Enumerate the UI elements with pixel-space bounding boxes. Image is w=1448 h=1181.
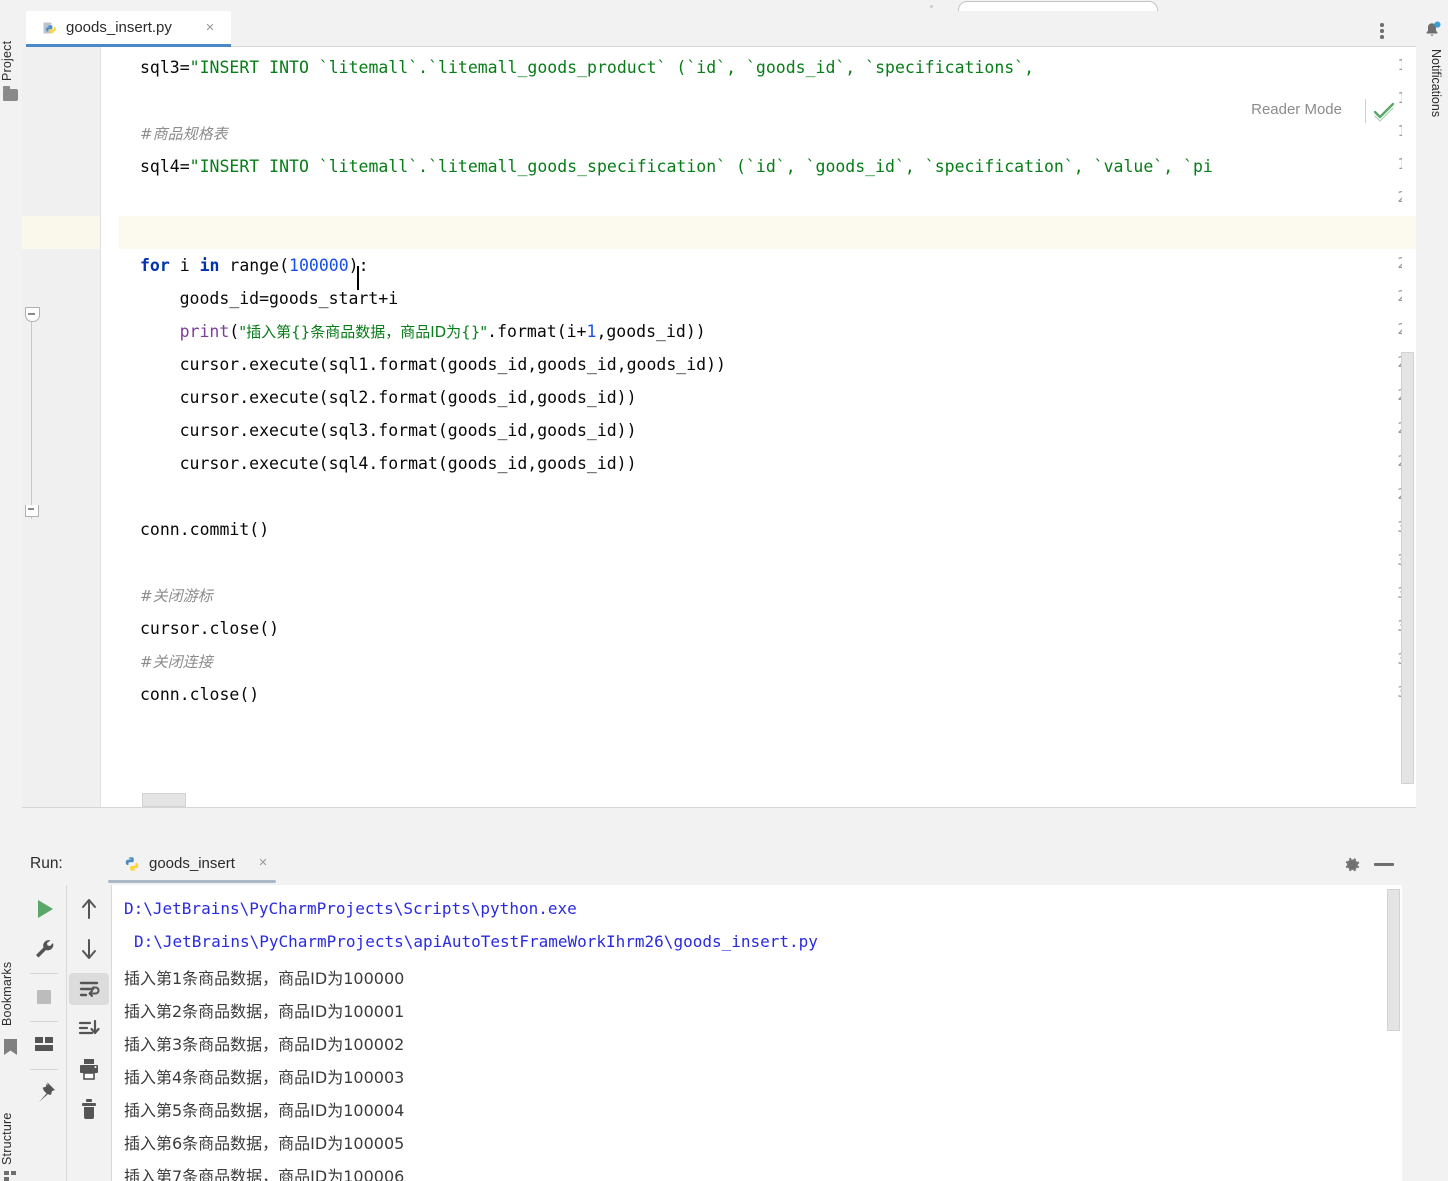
python-run-icon [123, 855, 141, 873]
code-line: conn.close() [140, 685, 260, 704]
bookmark-icon[interactable] [4, 1039, 17, 1055]
code-line: cursor.close() [140, 619, 280, 638]
console-output-line: 插入第6条商品数据，商品ID为100005 [124, 1134, 405, 1153]
code-line: cursor.execute(sql3.format(goods_id,good… [179, 421, 637, 440]
code-line: cursor.execute(sql2.format(goods_id,good… [179, 388, 637, 407]
scrollbar-thumb[interactable] [1401, 352, 1414, 784]
inspection-ok-icon[interactable] [1372, 99, 1396, 123]
divider [1365, 99, 1366, 123]
scrollbar-thumb[interactable] [142, 793, 186, 807]
run-tool-window-header: Run: goods_insert × [22, 845, 1416, 885]
scrollbar-thumb[interactable] [1387, 889, 1400, 1031]
tab-bar-empty-area [231, 11, 1416, 47]
code-line: cursor.execute(sql1.format(goods_id,good… [179, 355, 726, 374]
close-icon[interactable]: × [202, 20, 218, 36]
code-line: #关闭游标 [140, 587, 213, 605]
caret-line-gutter-highlight [22, 216, 100, 249]
up-the-stack-trace-button[interactable] [73, 893, 105, 925]
console-output-line: 插入第4条商品数据，商品ID为100003 [124, 1068, 405, 1087]
soft-wrap-button[interactable] [73, 973, 105, 1005]
stop-button[interactable] [28, 981, 60, 1013]
editor-gutter[interactable] [22, 47, 100, 807]
console-output-line: 插入第5条商品数据，商品ID为100004 [124, 1101, 405, 1120]
code-fold-guide-line [31, 319, 32, 519]
editor-tab-label: goods_insert.py [66, 19, 172, 36]
text-caret [357, 266, 359, 290]
console-output-line: 插入第2条商品数据，商品ID为100001 [124, 1002, 405, 1021]
more-options-icon[interactable] [1380, 23, 1384, 41]
code-line: #关闭连接 [140, 653, 213, 671]
editor-tab-bar: goods_insert.py × [22, 11, 1416, 47]
run-toolbar-right [67, 885, 112, 1181]
close-icon[interactable]: × [255, 855, 271, 871]
code-line: cursor.execute(sql4.format(goods_id,good… [179, 454, 637, 473]
code-editor[interactable]: 1617181920212223242526272829303132333435… [22, 47, 1416, 807]
run-tab-label: goods_insert [149, 855, 235, 872]
console-output-line: 插入第3条商品数据，商品ID为100002 [124, 1035, 405, 1054]
editor-run-splitter[interactable] [22, 807, 1416, 846]
fold-toggle-icon[interactable] [25, 307, 40, 322]
console-link-line[interactable]: D:\JetBrains\PyCharmProjects\apiAutoTest… [134, 932, 818, 951]
console-link-line[interactable]: D:\JetBrains\PyCharmProjects\Scripts\pyt… [124, 899, 577, 918]
sidebar-item-notifications[interactable]: Notifications [1421, 49, 1443, 199]
folder-icon[interactable] [3, 86, 18, 101]
python-file-icon [42, 20, 60, 38]
code-line: #商品规格表 [140, 125, 228, 143]
structure-icon[interactable] [4, 1171, 17, 1181]
sidebar-item-structure[interactable]: Structure [0, 1079, 22, 1165]
notifications-bell-icon[interactable] [1423, 21, 1441, 39]
code-line: sql4="INSERT INTO `litemall`.`litemall_g… [140, 157, 1213, 176]
run-tool-window: Run: goods_insert × D:\JetBrains\PyCharm… [22, 845, 1416, 1181]
print-button[interactable] [73, 1053, 105, 1085]
code-folding-column[interactable] [101, 47, 119, 807]
console-output-line: 插入第1条商品数据，商品ID为100000 [124, 969, 405, 988]
code-line: for i in range(100000): [140, 256, 369, 275]
run-title-label: Run: [30, 855, 63, 872]
console-vertical-scrollbar[interactable] [1387, 885, 1402, 1181]
sidebar-item-project[interactable]: Project [0, 21, 22, 81]
fold-end-marker[interactable] [25, 505, 39, 517]
down-the-stack-trace-button[interactable] [73, 933, 105, 965]
editor-vertical-scrollbar[interactable] [1401, 47, 1416, 807]
minimize-icon[interactable] [1374, 863, 1394, 866]
scroll-to-end-button[interactable] [73, 1013, 105, 1045]
clear-all-button[interactable] [73, 1093, 105, 1125]
run-console-output[interactable]: D:\JetBrains\PyCharmProjects\Scripts\pyt… [112, 885, 1402, 1181]
run-toolbar-left [22, 885, 67, 1181]
gear-icon[interactable] [1342, 855, 1362, 875]
editor-horizontal-scrollbar[interactable] [119, 791, 1402, 807]
toolbar-divider [30, 1021, 58, 1022]
toolbar-divider [30, 1069, 58, 1070]
code-line: sql3="INSERT INTO `litemall`.`litemall_g… [140, 58, 1035, 77]
layout-settings-button[interactable] [28, 1029, 60, 1061]
toolbar-dot [930, 5, 933, 8]
left-tool-window-strip: Project Bookmarks Structure [0, 11, 23, 1181]
code-line: conn.commit() [140, 520, 270, 539]
right-tool-window-strip: Notifications [1415, 11, 1448, 1181]
run-configuration-tab[interactable]: goods_insert × [97, 845, 282, 885]
code-line: print("插入第{}条商品数据，商品ID为{}".format(i+1,go… [179, 322, 706, 341]
caret-line-highlight [119, 216, 1416, 249]
code-line: goods_id=goods_start+i [179, 289, 399, 308]
edit-configurations-button[interactable] [28, 933, 60, 965]
pin-tab-button[interactable] [28, 1077, 60, 1109]
toolbar-divider [30, 973, 58, 974]
editor-tab-goods-insert[interactable]: goods_insert.py × [26, 11, 231, 47]
console-output-line: 插入第7条商品数据，商品ID为100006 [124, 1167, 405, 1181]
rerun-button[interactable] [28, 893, 60, 925]
sidebar-item-bookmarks[interactable]: Bookmarks [0, 931, 22, 1026]
reader-mode-label[interactable]: Reader Mode [1243, 99, 1350, 120]
